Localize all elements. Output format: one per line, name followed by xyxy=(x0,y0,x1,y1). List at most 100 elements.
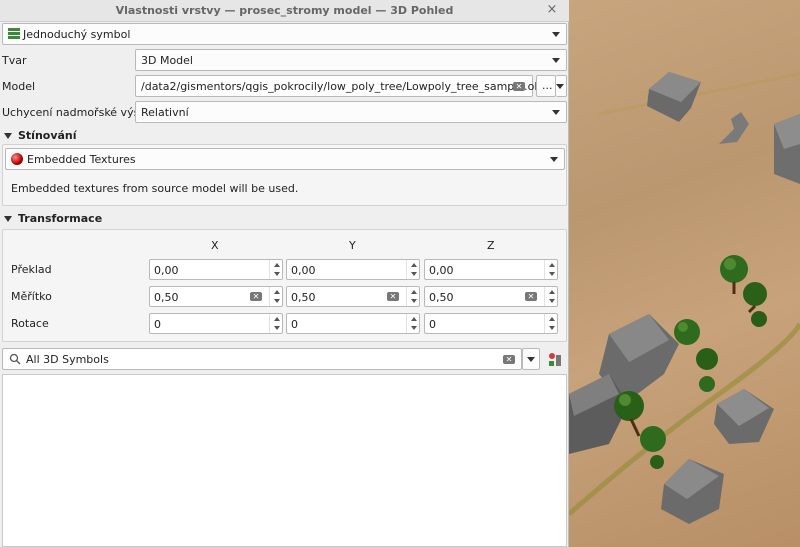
renderer-value: Jednoduchý symbol xyxy=(23,28,131,41)
shading-group: Embedded Textures Embedded textures from… xyxy=(2,144,567,206)
chevron-down-icon xyxy=(552,58,560,63)
layer-properties-panel: Vlastnosti vrstvy — prosec_stromy model … xyxy=(0,0,569,547)
tree xyxy=(743,282,767,314)
style-manager-icon[interactable] xyxy=(547,352,563,368)
building xyxy=(774,114,800,184)
chevron-down-icon xyxy=(556,84,564,89)
title-bar: Vlastnosti vrstvy — prosec_stromy model … xyxy=(0,0,569,22)
clear-icon[interactable]: ✕ xyxy=(387,292,399,301)
search-icon xyxy=(9,353,21,365)
shading-title[interactable]: Stínování xyxy=(18,129,77,142)
translation-x-spinbox[interactable]: 0,00 xyxy=(149,259,283,280)
rotation-x-spinbox[interactable]: 0 xyxy=(149,313,283,334)
rotation-label: Rotace xyxy=(11,317,49,330)
scale-z-spinbox[interactable]: 0,50 ✕ xyxy=(424,286,558,307)
tree xyxy=(720,255,748,294)
building xyxy=(719,112,749,144)
spin-up-icon[interactable] xyxy=(274,290,280,294)
transform-title[interactable]: Transformace xyxy=(18,212,102,225)
translation-label: Překlad xyxy=(11,263,52,276)
spin-up-icon[interactable] xyxy=(549,290,555,294)
spin-down-icon[interactable] xyxy=(411,326,417,330)
translation-x-value: 0,00 xyxy=(154,264,179,277)
shape-value: 3D Model xyxy=(141,54,193,67)
chevron-down-icon xyxy=(552,32,560,37)
scale-x-spinbox[interactable]: 0,50 ✕ xyxy=(149,286,283,307)
translation-y-spinbox[interactable]: 0,00 xyxy=(286,259,420,280)
clear-icon[interactable]: ✕ xyxy=(525,292,537,301)
symbol-filter-dropdown[interactable] xyxy=(522,348,540,370)
spin-down-icon[interactable] xyxy=(274,326,280,330)
3d-scene xyxy=(569,72,800,524)
collapse-icon[interactable] xyxy=(4,216,12,222)
material-sphere-icon xyxy=(11,153,23,165)
translation-z-spinbox[interactable]: 0,00 xyxy=(424,259,558,280)
material-value: Embedded Textures xyxy=(27,153,136,166)
close-icon[interactable]: × xyxy=(545,3,559,17)
collapse-icon[interactable] xyxy=(4,133,12,139)
column-y-header: Y xyxy=(349,239,356,252)
clear-icon[interactable]: ✕ xyxy=(503,355,515,364)
scale-y-value: 0,50 xyxy=(291,291,316,304)
spin-up-icon[interactable] xyxy=(549,263,555,267)
window-title: Vlastnosti vrstvy — prosec_stromy model … xyxy=(115,4,454,17)
column-x-header: X xyxy=(211,239,219,252)
rotation-y-spinbox[interactable]: 0 xyxy=(286,313,420,334)
altitude-value: Relativní xyxy=(141,106,189,119)
scale-y-spinbox[interactable]: 0,50 ✕ xyxy=(286,286,420,307)
browse-menu-button[interactable] xyxy=(556,75,567,97)
spin-up-icon[interactable] xyxy=(411,317,417,321)
spin-up-icon[interactable] xyxy=(274,317,280,321)
symbol-search-value: All 3D Symbols xyxy=(26,353,109,366)
spin-down-icon[interactable] xyxy=(274,272,280,276)
altitude-combo[interactable]: Relativní xyxy=(135,101,567,123)
clear-icon[interactable]: ✕ xyxy=(250,292,262,301)
transform-group: X Y Z Překlad 0,00 0,00 0,00 Měřítko 0,5… xyxy=(2,229,567,342)
symbol-search-input[interactable]: All 3D Symbols ✕ xyxy=(2,348,522,370)
column-z-header: Z xyxy=(487,239,495,252)
tree xyxy=(674,319,700,345)
tree xyxy=(640,426,666,452)
renderer-combo[interactable]: Jednoduchý symbol xyxy=(2,23,567,45)
building xyxy=(661,459,724,524)
tree xyxy=(650,455,664,469)
model-path-value: /data2/gismentors/qgis_pokrocily/low_pol… xyxy=(141,80,545,93)
scale-label: Měřítko xyxy=(11,290,52,303)
spin-up-icon[interactable] xyxy=(411,263,417,267)
browse-label: ... xyxy=(542,79,553,92)
rotation-z-value: 0 xyxy=(429,318,436,331)
tree xyxy=(696,348,718,370)
building xyxy=(714,389,774,444)
spin-down-icon[interactable] xyxy=(549,326,555,330)
tree xyxy=(699,376,715,392)
symbol-list[interactable] xyxy=(2,374,567,547)
translation-y-value: 0,00 xyxy=(291,264,316,277)
spin-down-icon[interactable] xyxy=(411,272,417,276)
shape-combo[interactable]: 3D Model xyxy=(135,49,567,71)
3d-map-view[interactable] xyxy=(569,0,800,547)
tree xyxy=(751,311,767,327)
spin-down-icon[interactable] xyxy=(549,299,555,303)
spin-up-icon[interactable] xyxy=(274,263,280,267)
material-combo[interactable]: Embedded Textures xyxy=(5,148,565,170)
shape-label: Tvar xyxy=(2,54,27,67)
chevron-down-icon xyxy=(552,110,560,115)
shading-description: Embedded textures from source model will… xyxy=(11,182,299,195)
building xyxy=(647,72,701,122)
spin-down-icon[interactable] xyxy=(549,272,555,276)
spin-down-icon[interactable] xyxy=(411,299,417,303)
model-path-input[interactable]: /data2/gismentors/qgis_pokrocily/low_pol… xyxy=(135,75,544,97)
chevron-down-icon xyxy=(550,157,558,162)
spin-up-icon[interactable] xyxy=(411,290,417,294)
rotation-x-value: 0 xyxy=(154,318,161,331)
rotation-z-spinbox[interactable]: 0 xyxy=(424,313,558,334)
scale-x-value: 0,50 xyxy=(154,291,179,304)
translation-z-value: 0,00 xyxy=(429,264,454,277)
scale-z-value: 0,50 xyxy=(429,291,454,304)
spin-down-icon[interactable] xyxy=(274,299,280,303)
model-label: Model xyxy=(2,80,36,93)
single-symbol-icon xyxy=(8,28,20,40)
spin-up-icon[interactable] xyxy=(549,317,555,321)
browse-button[interactable]: ... xyxy=(536,75,556,97)
clear-icon[interactable]: ✕ xyxy=(513,82,525,91)
